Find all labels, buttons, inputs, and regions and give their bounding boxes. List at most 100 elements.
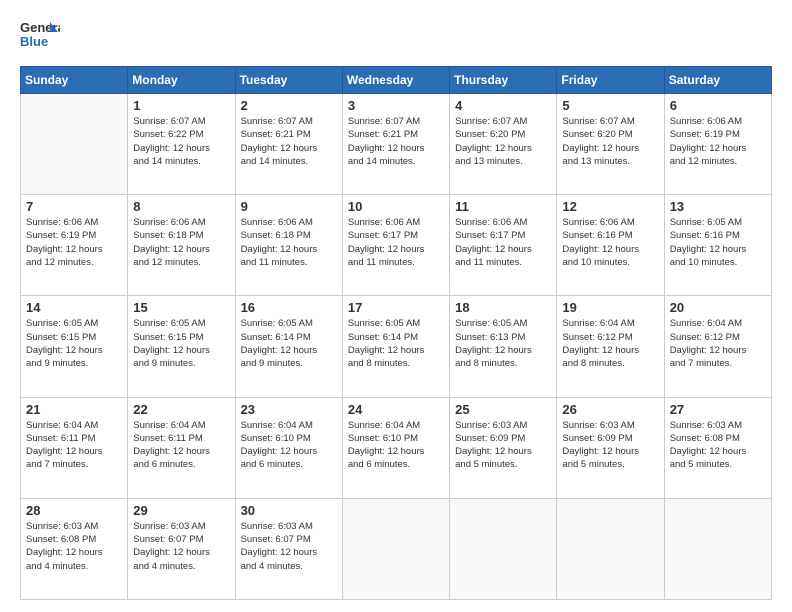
- calendar-week-row: 28 Sunrise: 6:03 AM Sunset: 6:08 PM Dayli…: [21, 498, 772, 599]
- day-detail: Sunrise: 6:05 AM Sunset: 6:14 PM Dayligh…: [348, 317, 444, 370]
- day-detail: Sunrise: 6:07 AM Sunset: 6:21 PM Dayligh…: [241, 115, 337, 168]
- calendar-cell: 14 Sunrise: 6:05 AM Sunset: 6:15 PM Dayli…: [21, 296, 128, 397]
- calendar-cell: 10 Sunrise: 6:06 AM Sunset: 6:17 PM Dayli…: [342, 195, 449, 296]
- logo-svg: General Blue: [20, 16, 60, 56]
- day-number: 13: [670, 199, 766, 214]
- day-detail: Sunrise: 6:03 AM Sunset: 6:07 PM Dayligh…: [133, 520, 229, 573]
- weekday-header-tuesday: Tuesday: [235, 67, 342, 94]
- calendar-cell: 24 Sunrise: 6:04 AM Sunset: 6:10 PM Dayli…: [342, 397, 449, 498]
- day-detail: Sunrise: 6:03 AM Sunset: 6:09 PM Dayligh…: [455, 419, 551, 472]
- calendar-cell: 28 Sunrise: 6:03 AM Sunset: 6:08 PM Dayli…: [21, 498, 128, 599]
- day-detail: Sunrise: 6:05 AM Sunset: 6:15 PM Dayligh…: [133, 317, 229, 370]
- calendar-cell: 20 Sunrise: 6:04 AM Sunset: 6:12 PM Dayli…: [664, 296, 771, 397]
- day-number: 19: [562, 300, 658, 315]
- calendar-cell: 26Sunrise: 6:03 AM Sunset: 6:09 PM Dayli…: [557, 397, 664, 498]
- svg-text:Blue: Blue: [20, 34, 48, 49]
- day-number: 8: [133, 199, 229, 214]
- day-number: 30: [241, 503, 337, 518]
- calendar-cell: 29 Sunrise: 6:03 AM Sunset: 6:07 PM Dayli…: [128, 498, 235, 599]
- day-detail: Sunrise: 6:05 AM Sunset: 6:16 PM Dayligh…: [670, 216, 766, 269]
- day-detail: Sunrise: 6:04 AM Sunset: 6:11 PM Dayligh…: [26, 419, 122, 472]
- calendar-table: SundayMondayTuesdayWednesdayThursdayFrid…: [20, 66, 772, 600]
- calendar-cell: 18Sunrise: 6:05 AM Sunset: 6:13 PM Dayli…: [450, 296, 557, 397]
- day-number: 11: [455, 199, 551, 214]
- day-detail: Sunrise: 6:06 AM Sunset: 6:18 PM Dayligh…: [133, 216, 229, 269]
- calendar-cell: 4Sunrise: 6:07 AM Sunset: 6:20 PM Daylig…: [450, 94, 557, 195]
- day-number: 24: [348, 402, 444, 417]
- day-number: 22: [133, 402, 229, 417]
- day-detail: Sunrise: 6:06 AM Sunset: 6:19 PM Dayligh…: [670, 115, 766, 168]
- weekday-header-monday: Monday: [128, 67, 235, 94]
- day-number: 12: [562, 199, 658, 214]
- calendar-cell: 7 Sunrise: 6:06 AM Sunset: 6:19 PM Daylig…: [21, 195, 128, 296]
- day-detail: Sunrise: 6:04 AM Sunset: 6:10 PM Dayligh…: [348, 419, 444, 472]
- calendar-cell: 19 Sunrise: 6:04 AM Sunset: 6:12 PM Dayli…: [557, 296, 664, 397]
- day-detail: Sunrise: 6:05 AM Sunset: 6:15 PM Dayligh…: [26, 317, 122, 370]
- day-number: 1: [133, 98, 229, 113]
- calendar-cell: [557, 498, 664, 599]
- day-detail: Sunrise: 6:03 AM Sunset: 6:09 PM Dayligh…: [562, 419, 658, 472]
- day-number: 10: [348, 199, 444, 214]
- day-detail: Sunrise: 6:06 AM Sunset: 6:17 PM Dayligh…: [455, 216, 551, 269]
- calendar-cell: 17 Sunrise: 6:05 AM Sunset: 6:14 PM Dayli…: [342, 296, 449, 397]
- calendar-cell: [21, 94, 128, 195]
- day-number: 28: [26, 503, 122, 518]
- day-number: 16: [241, 300, 337, 315]
- day-detail: Sunrise: 6:03 AM Sunset: 6:08 PM Dayligh…: [670, 419, 766, 472]
- calendar-header-row: SundayMondayTuesdayWednesdayThursdayFrid…: [21, 67, 772, 94]
- calendar-cell: 1 Sunrise: 6:07 AM Sunset: 6:22 PM Daylig…: [128, 94, 235, 195]
- calendar-cell: 9 Sunrise: 6:06 AM Sunset: 6:18 PM Daylig…: [235, 195, 342, 296]
- day-detail: Sunrise: 6:05 AM Sunset: 6:13 PM Dayligh…: [455, 317, 551, 370]
- day-detail: Sunrise: 6:04 AM Sunset: 6:12 PM Dayligh…: [562, 317, 658, 370]
- calendar-cell: 6 Sunrise: 6:06 AM Sunset: 6:19 PM Daylig…: [664, 94, 771, 195]
- calendar-cell: 21 Sunrise: 6:04 AM Sunset: 6:11 PM Dayli…: [21, 397, 128, 498]
- calendar-cell: 8 Sunrise: 6:06 AM Sunset: 6:18 PM Daylig…: [128, 195, 235, 296]
- day-number: 7: [26, 199, 122, 214]
- calendar-cell: 15 Sunrise: 6:05 AM Sunset: 6:15 PM Dayli…: [128, 296, 235, 397]
- day-number: 6: [670, 98, 766, 113]
- day-number: 21: [26, 402, 122, 417]
- day-number: 20: [670, 300, 766, 315]
- calendar-cell: 2 Sunrise: 6:07 AM Sunset: 6:21 PM Daylig…: [235, 94, 342, 195]
- day-detail: Sunrise: 6:06 AM Sunset: 6:16 PM Dayligh…: [562, 216, 658, 269]
- day-detail: Sunrise: 6:04 AM Sunset: 6:11 PM Dayligh…: [133, 419, 229, 472]
- day-detail: Sunrise: 6:04 AM Sunset: 6:10 PM Dayligh…: [241, 419, 337, 472]
- calendar-cell: 22 Sunrise: 6:04 AM Sunset: 6:11 PM Dayli…: [128, 397, 235, 498]
- day-detail: Sunrise: 6:04 AM Sunset: 6:12 PM Dayligh…: [670, 317, 766, 370]
- calendar-cell: 27Sunrise: 6:03 AM Sunset: 6:08 PM Dayli…: [664, 397, 771, 498]
- weekday-header-sunday: Sunday: [21, 67, 128, 94]
- day-detail: Sunrise: 6:03 AM Sunset: 6:08 PM Dayligh…: [26, 520, 122, 573]
- calendar-cell: [450, 498, 557, 599]
- calendar-cell: 25 Sunrise: 6:03 AM Sunset: 6:09 PM Dayli…: [450, 397, 557, 498]
- day-detail: Sunrise: 6:07 AM Sunset: 6:20 PM Dayligh…: [455, 115, 551, 168]
- day-detail: Sunrise: 6:06 AM Sunset: 6:19 PM Dayligh…: [26, 216, 122, 269]
- day-detail: Sunrise: 6:03 AM Sunset: 6:07 PM Dayligh…: [241, 520, 337, 573]
- day-detail: Sunrise: 6:05 AM Sunset: 6:14 PM Dayligh…: [241, 317, 337, 370]
- day-detail: Sunrise: 6:06 AM Sunset: 6:17 PM Dayligh…: [348, 216, 444, 269]
- calendar-cell: 5Sunrise: 6:07 AM Sunset: 6:20 PM Daylig…: [557, 94, 664, 195]
- day-detail: Sunrise: 6:07 AM Sunset: 6:21 PM Dayligh…: [348, 115, 444, 168]
- header: General Blue: [20, 16, 772, 56]
- calendar-week-row: 1 Sunrise: 6:07 AM Sunset: 6:22 PM Daylig…: [21, 94, 772, 195]
- day-number: 17: [348, 300, 444, 315]
- day-detail: Sunrise: 6:06 AM Sunset: 6:18 PM Dayligh…: [241, 216, 337, 269]
- day-number: 15: [133, 300, 229, 315]
- weekday-header-friday: Friday: [557, 67, 664, 94]
- day-number: 14: [26, 300, 122, 315]
- day-number: 2: [241, 98, 337, 113]
- calendar-cell: 23 Sunrise: 6:04 AM Sunset: 6:10 PM Dayli…: [235, 397, 342, 498]
- calendar-cell: 30 Sunrise: 6:03 AM Sunset: 6:07 PM Dayli…: [235, 498, 342, 599]
- day-detail: Sunrise: 6:07 AM Sunset: 6:22 PM Dayligh…: [133, 115, 229, 168]
- calendar-week-row: 21 Sunrise: 6:04 AM Sunset: 6:11 PM Dayli…: [21, 397, 772, 498]
- calendar-cell: 11 Sunrise: 6:06 AM Sunset: 6:17 PM Dayli…: [450, 195, 557, 296]
- calendar-cell: 16 Sunrise: 6:05 AM Sunset: 6:14 PM Dayli…: [235, 296, 342, 397]
- day-number: 3: [348, 98, 444, 113]
- calendar-cell: [342, 498, 449, 599]
- day-number: 25: [455, 402, 551, 417]
- logo: General Blue: [20, 16, 60, 56]
- weekday-header-saturday: Saturday: [664, 67, 771, 94]
- day-number: 29: [133, 503, 229, 518]
- weekday-header-wednesday: Wednesday: [342, 67, 449, 94]
- day-number: 23: [241, 402, 337, 417]
- day-number: 9: [241, 199, 337, 214]
